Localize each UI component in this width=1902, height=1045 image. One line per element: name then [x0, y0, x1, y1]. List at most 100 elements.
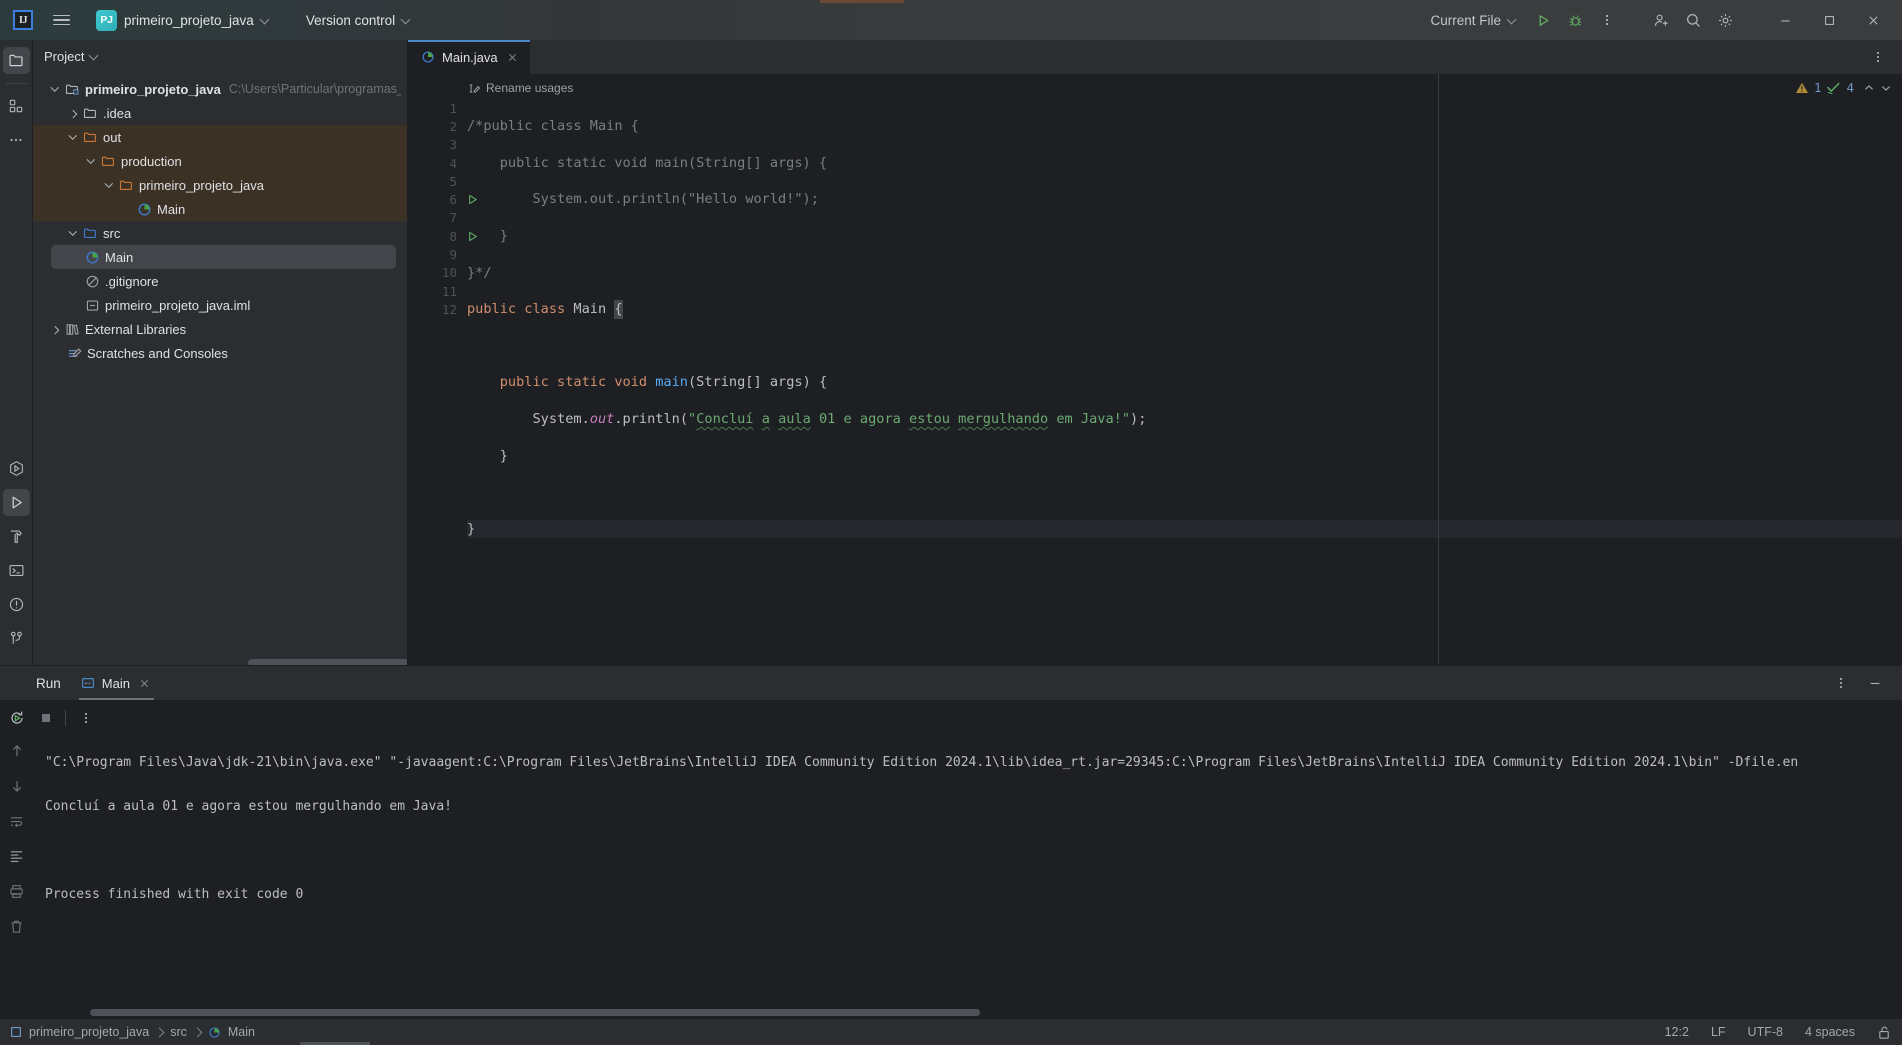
run-tab-main[interactable]: Main — [71, 666, 162, 700]
sidebar-item-run-anything[interactable] — [3, 455, 30, 482]
chevron-down-icon[interactable] — [83, 153, 99, 169]
sidebar-item-problems[interactable] — [3, 591, 30, 618]
breadcrumb-src[interactable]: src — [170, 1025, 187, 1039]
left-tool-rail — [0, 40, 33, 665]
caret-position[interactable]: 12:2 — [1665, 1025, 1689, 1039]
close-icon[interactable] — [505, 50, 520, 65]
tree-item-label: .idea — [103, 105, 132, 121]
console-horizontal-scrollbar[interactable] — [90, 1009, 980, 1016]
sidebar-item-structure[interactable] — [3, 92, 30, 119]
debug-icon[interactable] — [1560, 5, 1590, 35]
console-output[interactable]: "C:\Program Files\Java\jdk-21\bin\java.e… — [33, 700, 1902, 1019]
add-user-icon[interactable] — [1646, 5, 1676, 35]
gutter-line: 4 — [408, 154, 464, 172]
chevron-right-icon[interactable] — [65, 105, 81, 121]
minimize-icon[interactable] — [1764, 0, 1806, 40]
more-vertical-icon[interactable] — [1826, 668, 1856, 698]
gitignore-icon — [83, 274, 101, 289]
tree-item-primeiro_projeto_java-out[interactable]: primeiro_projeto_java — [33, 173, 407, 197]
search-icon[interactable] — [1678, 5, 1708, 35]
run-configuration-selector[interactable]: Current File — [1421, 9, 1526, 32]
tree-item-main-class-src[interactable]: Main — [51, 245, 396, 269]
project-panel-header[interactable]: Project — [33, 40, 407, 73]
tree-item-iml-file[interactable]: primeiro_projeto_java.iml — [33, 293, 407, 317]
gutter-line: 1 — [408, 99, 464, 117]
tree-item-primeiro_projeto_java-root[interactable]: primeiro_projeto_java C:\Users\Particula… — [33, 77, 407, 101]
close-icon[interactable] — [1852, 0, 1894, 40]
sidebar-item-project[interactable] — [2, 47, 30, 74]
tab-main-java[interactable]: Main.java — [408, 40, 530, 74]
line-number: 1 — [449, 100, 457, 116]
more-vertical-icon[interactable] — [1592, 5, 1622, 35]
line-separator[interactable]: LF — [1711, 1025, 1726, 1039]
version-control-menu[interactable]: Version control — [298, 9, 419, 32]
rerun-icon[interactable] — [3, 704, 30, 731]
code-line-10: } — [499, 447, 508, 464]
sidebar-item-run[interactable] — [2, 489, 30, 516]
line-number: 5 — [449, 173, 457, 189]
chevron-right-icon[interactable] — [47, 321, 63, 337]
inspections-widget[interactable]: 1 4 — [1795, 80, 1892, 95]
minimize-icon[interactable] — [1860, 668, 1890, 698]
run-icon[interactable] — [1528, 5, 1558, 35]
warning-count: 1 — [1813, 80, 1822, 95]
tree-item-gitignore[interactable]: .gitignore — [33, 269, 407, 293]
code-editor[interactable]: 1 2 3 4 5 6 7 8 9 10 11 12 Rename usages… — [408, 74, 1902, 665]
project-selector[interactable]: PJ primeiro_projeto_java — [88, 6, 278, 35]
chevron-down-icon[interactable] — [65, 225, 81, 241]
code-text[interactable]: /*public class Main { public static void… — [464, 99, 1902, 575]
breadcrumb-module[interactable]: primeiro_projeto_java — [10, 1025, 149, 1039]
breadcrumb-main[interactable]: Main — [208, 1025, 255, 1039]
chevron-down-icon[interactable] — [1880, 82, 1892, 94]
sidebar-item-terminal[interactable] — [3, 557, 30, 584]
code-area[interactable]: Rename usages /*public class Main { publ… — [464, 74, 1902, 665]
project-tree[interactable]: primeiro_projeto_java C:\Users\Particula… — [33, 73, 407, 665]
tree-item-production[interactable]: production — [33, 149, 407, 173]
tree-item-main-class-out[interactable]: Main — [33, 197, 407, 221]
breadcrumb-label: src — [170, 1025, 187, 1039]
arrow-down-icon[interactable] — [4, 773, 30, 799]
file-encoding[interactable]: UTF-8 — [1748, 1025, 1783, 1039]
tree-item-src[interactable]: src — [33, 221, 407, 245]
chevron-down-icon[interactable] — [47, 81, 63, 97]
arrow-up-icon[interactable] — [4, 738, 30, 764]
chevron-down-icon[interactable] — [65, 129, 81, 145]
line-number: 2 — [449, 118, 457, 134]
sidebar-item-more[interactable] — [3, 126, 30, 153]
unlock-icon[interactable] — [1877, 1025, 1892, 1040]
gear-icon[interactable] — [1710, 5, 1740, 35]
chevron-down-icon[interactable] — [101, 177, 117, 193]
breadcrumb-separator — [192, 1027, 203, 1037]
tree-item-scratches-and-consoles[interactable]: Scratches and Consoles — [33, 341, 407, 365]
project-name-label: primeiro_projeto_java — [124, 12, 254, 28]
java-class-icon — [135, 202, 153, 217]
sidebar-item-version-control[interactable] — [3, 625, 30, 652]
tree-item-idea[interactable]: .idea — [33, 101, 407, 125]
maximize-icon[interactable] — [1808, 0, 1850, 40]
chevron-down-icon — [1508, 16, 1517, 25]
project-panel-title: Project — [44, 49, 85, 64]
sidebar-item-build[interactable] — [3, 523, 30, 550]
more-vertical-icon[interactable] — [1863, 42, 1893, 72]
project-tree-horizontal-scrollbar[interactable] — [248, 659, 407, 665]
editor-gutter[interactable]: 1 2 3 4 5 6 7 8 9 10 11 12 — [408, 74, 477, 665]
trash-icon[interactable] — [4, 913, 30, 939]
tree-item-external-libraries[interactable]: External Libraries — [33, 317, 407, 341]
project-root-icon — [63, 82, 81, 97]
left-rail-bottom — [2, 455, 30, 665]
indent-setting[interactable]: 4 spaces — [1805, 1025, 1855, 1039]
print-icon[interactable] — [4, 878, 30, 904]
close-icon[interactable] — [137, 676, 152, 691]
rename-usages-hint[interactable]: Rename usages — [464, 77, 1902, 99]
soft-wrap-icon[interactable] — [4, 808, 30, 834]
hamburger-menu-icon[interactable] — [44, 5, 78, 35]
stop-icon[interactable] — [32, 704, 59, 731]
tree-item-out[interactable]: out — [33, 125, 407, 149]
chevron-up-icon[interactable] — [1863, 82, 1875, 94]
gutter-line: 9 — [408, 245, 464, 263]
more-vertical-icon[interactable] — [72, 704, 99, 731]
scroll-end-icon[interactable] — [4, 843, 30, 869]
tree-item-label: External Libraries — [85, 321, 187, 337]
